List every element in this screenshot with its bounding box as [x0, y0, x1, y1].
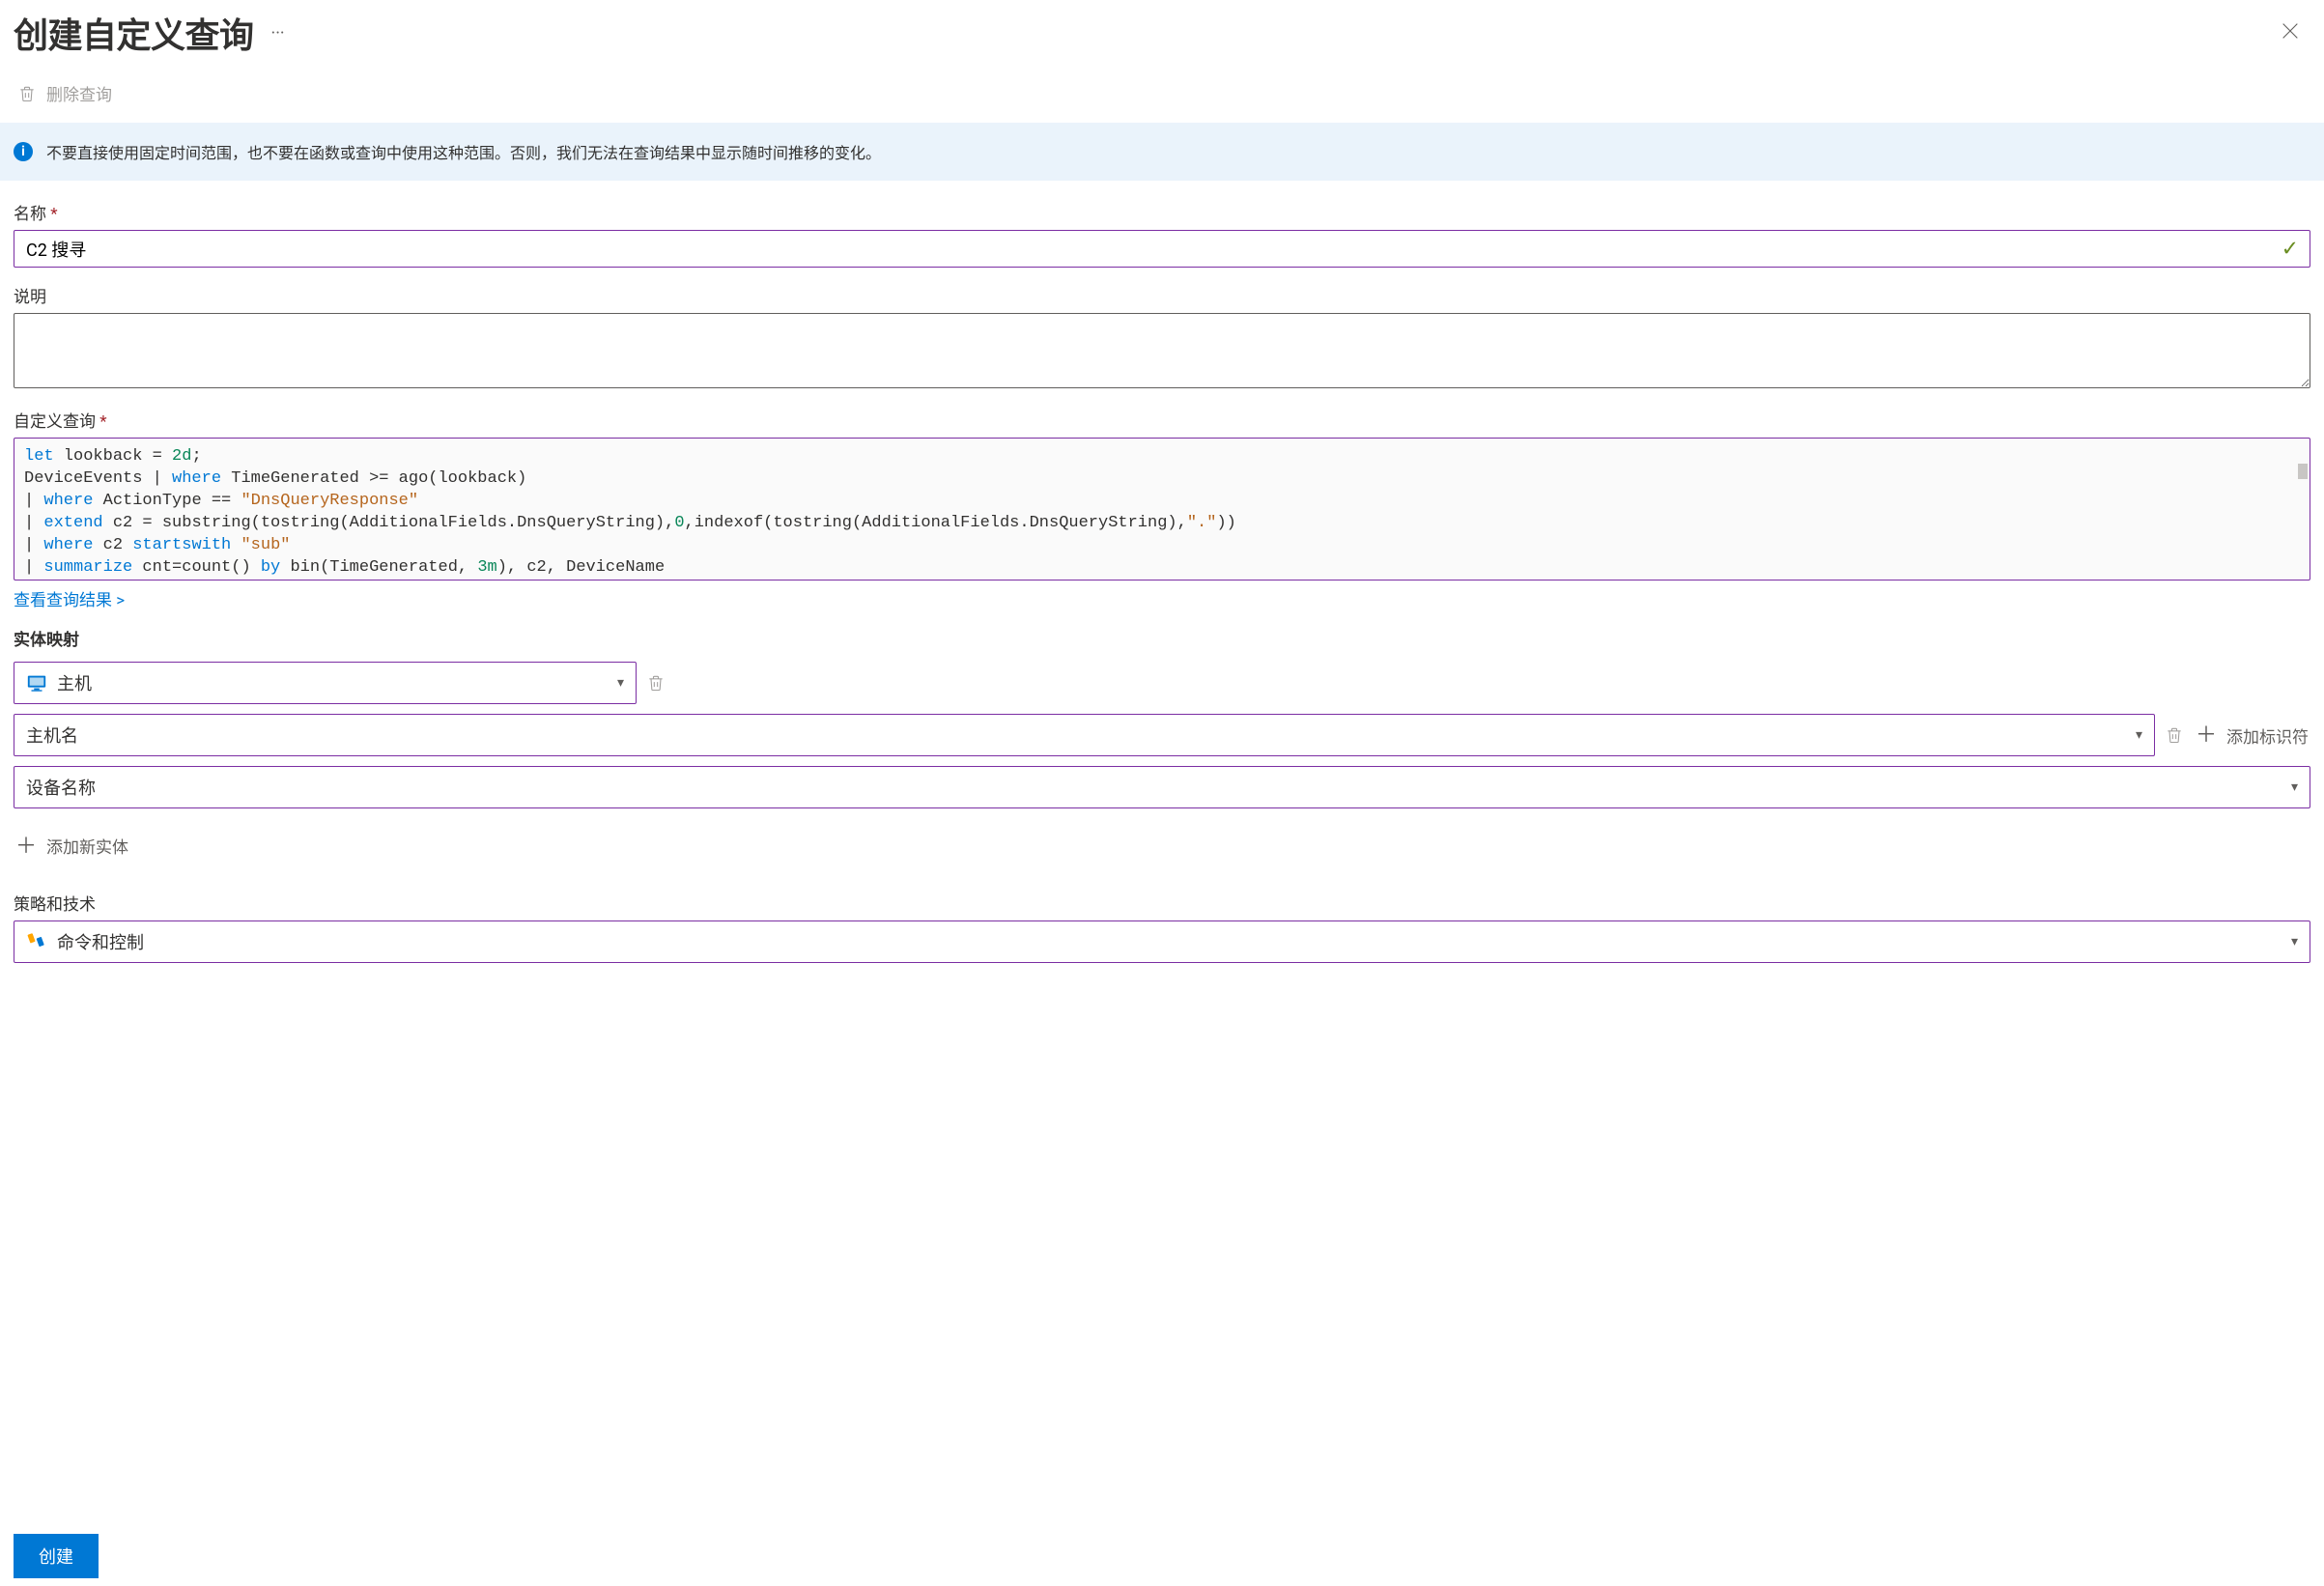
add-identifier-button[interactable]: ＋ 添加标识符 [2194, 718, 2310, 753]
close-button[interactable] [2270, 12, 2310, 54]
tactic-icon [26, 932, 47, 951]
chevron-down-icon: ▾ [2136, 727, 2142, 743]
description-label: 说明 [14, 283, 2310, 307]
info-bar: i 不要直接使用固定时间范围，也不要在函数或查询中使用这种范围。否则，我们无法在… [0, 123, 2324, 181]
check-icon: ✓ [2281, 237, 2299, 261]
close-icon [2280, 20, 2301, 42]
delete-entity-button[interactable] [646, 673, 666, 693]
delete-query-label: 删除查询 [46, 81, 112, 105]
info-text: 不要直接使用固定时间范围，也不要在函数或查询中使用这种范围。否则，我们无法在查询… [46, 140, 881, 163]
tactics-select[interactable]: 命令和控制 ▾ [14, 920, 2310, 963]
add-entity-button[interactable]: ＋ 添加新实体 [14, 828, 130, 864]
trash-icon [646, 673, 666, 693]
info-icon: i [14, 142, 33, 161]
column-select[interactable]: 设备名称 ▾ [14, 766, 2310, 808]
identifier-select[interactable]: 主机名 ▾ [14, 714, 2155, 756]
entity-type-select[interactable]: 主机 ▾ [14, 662, 637, 704]
custom-query-label: 自定义查询 * [14, 408, 2310, 432]
name-input[interactable] [14, 230, 2310, 268]
create-button[interactable]: 创建 [14, 1534, 99, 1578]
tactics-value: 命令和控制 [57, 929, 144, 954]
column-value: 设备名称 [26, 775, 96, 800]
chevron-down-icon: ▾ [617, 675, 624, 691]
tactics-heading: 策略和技术 [14, 891, 2310, 915]
plus-icon: ＋ [2196, 724, 2217, 746]
entity-type-value: 主机 [57, 670, 92, 695]
page-title: 创建自定义查询 [14, 8, 254, 58]
add-identifier-label: 添加标识符 [2226, 723, 2309, 748]
delete-query-button[interactable]: 删除查询 [14, 71, 2310, 123]
add-entity-label: 添加新实体 [46, 834, 128, 858]
scrollbar-thumb[interactable] [2298, 464, 2308, 479]
plus-icon: ＋ [15, 835, 37, 857]
view-query-results-link[interactable]: 查看查询结果 > [14, 586, 125, 610]
chevron-down-icon: ▾ [2291, 779, 2298, 795]
trash-icon [17, 84, 37, 103]
query-editor[interactable]: let lookback = 2d; DeviceEvents | where … [14, 438, 2310, 581]
more-actions-button[interactable]: ··· [268, 19, 289, 47]
trash-icon [2165, 725, 2184, 745]
entity-mapping-heading: 实体映射 [14, 626, 2310, 650]
name-label: 名称 * [14, 200, 2310, 224]
host-icon [26, 673, 47, 693]
identifier-value: 主机名 [26, 722, 78, 748]
description-input[interactable] [14, 313, 2310, 388]
delete-identifier-button[interactable] [2165, 725, 2184, 745]
chevron-down-icon: ▾ [2291, 934, 2298, 949]
